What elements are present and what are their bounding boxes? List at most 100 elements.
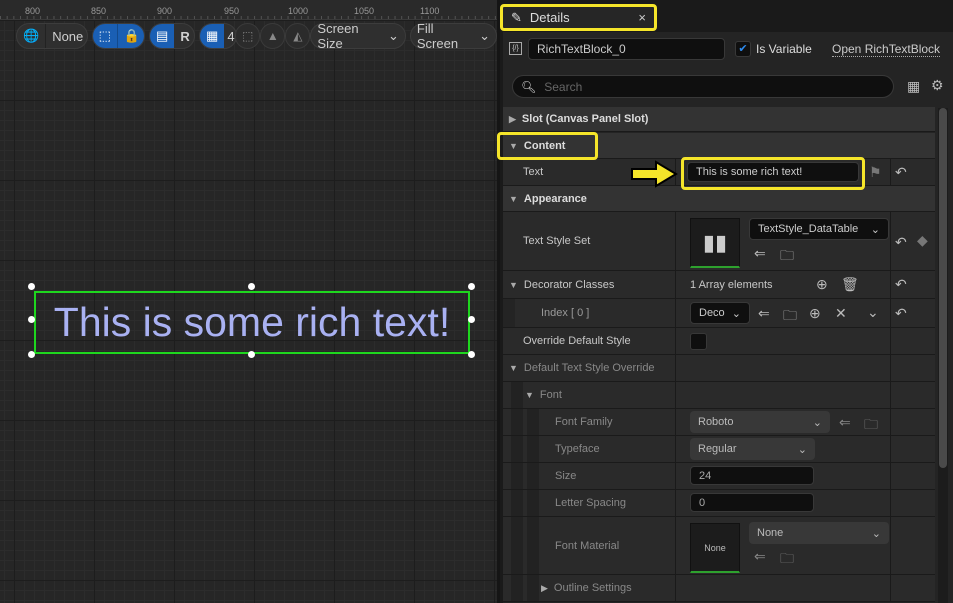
gear-icon[interactable]: ⚙ bbox=[931, 77, 944, 94]
scrollbar-thumb[interactable] bbox=[939, 108, 947, 468]
cursor-select-icon[interactable]: ⬚ bbox=[235, 23, 261, 49]
chevron-down-icon: ⌄ bbox=[870, 223, 880, 236]
outline-settings-row[interactable]: ▶ Outline Settings bbox=[503, 575, 935, 602]
layout-icon[interactable]: ▤ bbox=[150, 24, 175, 48]
override-default-style-row: Override Default Style bbox=[503, 328, 935, 355]
add-element-icon[interactable]: ⊕ bbox=[816, 276, 828, 293]
lock-icon[interactable]: 🔒 bbox=[116, 24, 145, 48]
respect-lock-group: ▤ R bbox=[149, 23, 196, 49]
decorator-dropdown[interactable]: Deco ⌄ bbox=[690, 302, 750, 324]
override-default-style-checkbox[interactable] bbox=[690, 333, 707, 350]
index-label: Index [ 0 ] bbox=[541, 307, 590, 319]
letter-spacing-label: Letter Spacing bbox=[555, 497, 626, 509]
chevron-down-icon: ⌄ bbox=[387, 28, 399, 43]
text-style-set-value: TextStyle_DataTable bbox=[758, 223, 859, 235]
scrollbar[interactable] bbox=[938, 108, 948, 603]
use-selected-icon[interactable]: ⇐ bbox=[754, 548, 766, 565]
chevron-down-icon: ⌄ bbox=[731, 307, 741, 320]
default-text-style-override-row[interactable]: ▼ Default Text Style Override bbox=[503, 355, 935, 382]
text-style-set-dropdown[interactable]: TextStyle_DataTable ⌄ bbox=[749, 218, 889, 240]
expand-right-icon: ▶ bbox=[509, 113, 516, 124]
datatable-thumbnail[interactable]: ▮▮ bbox=[690, 218, 740, 268]
ruler-tick: 800 bbox=[25, 6, 41, 16]
designer-canvas[interactable]: 800 850 900 950 1000 1050 1100 🌐 None ⬚ … bbox=[0, 0, 497, 603]
index-row: Index [ 0 ] Deco ⌄ ⇐ 🗀 ⊕ ✕ ⌄ ↶ bbox=[503, 299, 935, 328]
arrow-pointer-icon bbox=[631, 160, 678, 188]
ruler-tick: 1050 bbox=[354, 6, 375, 16]
font-family-label: Font Family bbox=[555, 416, 613, 428]
resize-handle[interactable] bbox=[468, 283, 475, 290]
is-variable-label: Is Variable bbox=[756, 42, 812, 56]
trash-icon[interactable]: 🗑 bbox=[841, 276, 859, 293]
reset-icon[interactable]: ↶ bbox=[895, 164, 907, 181]
font-material-dropdown[interactable]: None ⌄ bbox=[749, 522, 889, 544]
bar-chart-icon: ▮▮ bbox=[702, 229, 728, 255]
browse-folder-icon[interactable]: 🗀 bbox=[780, 548, 794, 572]
browse-folder-icon[interactable]: 🗀 bbox=[864, 414, 878, 438]
typeface-dropdown[interactable]: Regular ⌄ bbox=[690, 438, 815, 460]
marquee-icon[interactable]: ⬚ bbox=[92, 24, 117, 48]
mirror-icon[interactable]: ◭ bbox=[285, 23, 311, 49]
browse-folder-icon[interactable]: 🗀 bbox=[780, 245, 794, 269]
resize-handle[interactable] bbox=[248, 283, 255, 290]
size-field[interactable]: 24 bbox=[690, 466, 814, 485]
use-selected-icon[interactable]: ⇐ bbox=[839, 414, 851, 431]
browse-folder-icon[interactable]: 🗀 bbox=[783, 305, 797, 329]
globe-icon: 🌐 bbox=[23, 28, 40, 43]
category-slot[interactable]: ▶ Slot (Canvas Panel Slot) bbox=[503, 107, 935, 132]
outline-settings-label: Outline Settings bbox=[553, 582, 632, 594]
details-tab[interactable]: ✎ Details × bbox=[500, 4, 657, 31]
letter-spacing-field[interactable]: 0 bbox=[690, 493, 814, 512]
localization-preview[interactable]: 🌐 None bbox=[16, 23, 88, 49]
expand-down-icon: ▼ bbox=[509, 193, 518, 204]
rich-text-widget[interactable]: This is some rich text! bbox=[34, 291, 470, 354]
flag-icon[interactable]: ⚑ bbox=[869, 164, 882, 181]
details-tab-title: Details bbox=[529, 10, 570, 25]
reset-icon[interactable]: ↶ bbox=[895, 234, 907, 251]
chevron-down-icon: ⌄ bbox=[797, 443, 807, 456]
search-icon: 🔍︎ bbox=[521, 79, 537, 94]
designer-toolbar: 🌐 None ⬚ 🔒 ▤ R ▦ 4 ⬚ ▲ ◭ Screen Size ⌄ F… bbox=[16, 21, 497, 51]
resize-handle[interactable] bbox=[28, 351, 35, 358]
transform-group: ⬚ 🔒 bbox=[91, 23, 146, 49]
fill-screen-label: Fill Screen bbox=[416, 21, 459, 51]
clear-icon[interactable]: ✕ bbox=[835, 305, 847, 322]
fill-screen-dropdown[interactable]: Fill Screen ⌄ bbox=[409, 21, 497, 51]
ruler-tick: 1100 bbox=[420, 6, 440, 16]
font-family-value: Roboto bbox=[698, 416, 734, 428]
chevron-down-icon[interactable]: ⌄ bbox=[867, 304, 879, 321]
font-material-thumbnail[interactable]: None bbox=[690, 523, 740, 573]
grid-icon[interactable]: ▦ bbox=[200, 24, 225, 48]
add-tag-icon[interactable]: ◆ bbox=[917, 232, 928, 249]
default-text-style-override-label: Default Text Style Override bbox=[523, 362, 655, 374]
typeface-value: Regular bbox=[698, 443, 737, 455]
text-style-set-row: Text Style Set ▮▮ TextStyle_DataTable ⌄ ⇐… bbox=[503, 212, 935, 271]
decorator-value: Deco bbox=[699, 307, 725, 319]
resize-handle[interactable] bbox=[468, 316, 475, 323]
ruler-tick: 900 bbox=[157, 6, 173, 16]
typeface-label: Typeface bbox=[555, 443, 600, 455]
use-selected-icon[interactable]: ⇐ bbox=[758, 305, 770, 322]
open-richtextblock-link[interactable]: Open RichTextBlock bbox=[832, 42, 941, 57]
screen-size-dropdown[interactable]: Screen Size ⌄ bbox=[310, 21, 406, 51]
ruler-tick: 950 bbox=[224, 6, 240, 16]
close-icon[interactable]: × bbox=[638, 10, 646, 25]
respect-lock-button[interactable]: R bbox=[174, 24, 194, 48]
table-view-icon[interactable]: ▦ bbox=[907, 78, 920, 95]
reset-icon[interactable]: ↶ bbox=[895, 276, 907, 293]
expand-down-icon[interactable]: ▼ bbox=[509, 280, 518, 290]
is-variable-checkbox[interactable]: ✔ bbox=[735, 41, 751, 57]
resize-handle[interactable] bbox=[248, 351, 255, 358]
insert-icon[interactable]: ⊕ bbox=[809, 305, 821, 322]
reset-icon[interactable]: ↶ bbox=[895, 305, 907, 322]
search-input[interactable]: 🔍︎ Search bbox=[512, 75, 894, 98]
resize-handle[interactable] bbox=[468, 351, 475, 358]
font-family-dropdown[interactable]: Roboto ⌄ bbox=[690, 411, 830, 433]
resize-handle[interactable] bbox=[28, 316, 35, 323]
use-selected-icon[interactable]: ⇐ bbox=[754, 245, 766, 262]
image-icon[interactable]: ▲ bbox=[260, 23, 286, 49]
content-highlight bbox=[497, 132, 598, 160]
widget-name-field[interactable]: RichTextBlock_0 bbox=[528, 38, 725, 60]
font-row[interactable]: ▼ Font bbox=[503, 382, 935, 409]
resize-handle[interactable] bbox=[28, 283, 35, 290]
